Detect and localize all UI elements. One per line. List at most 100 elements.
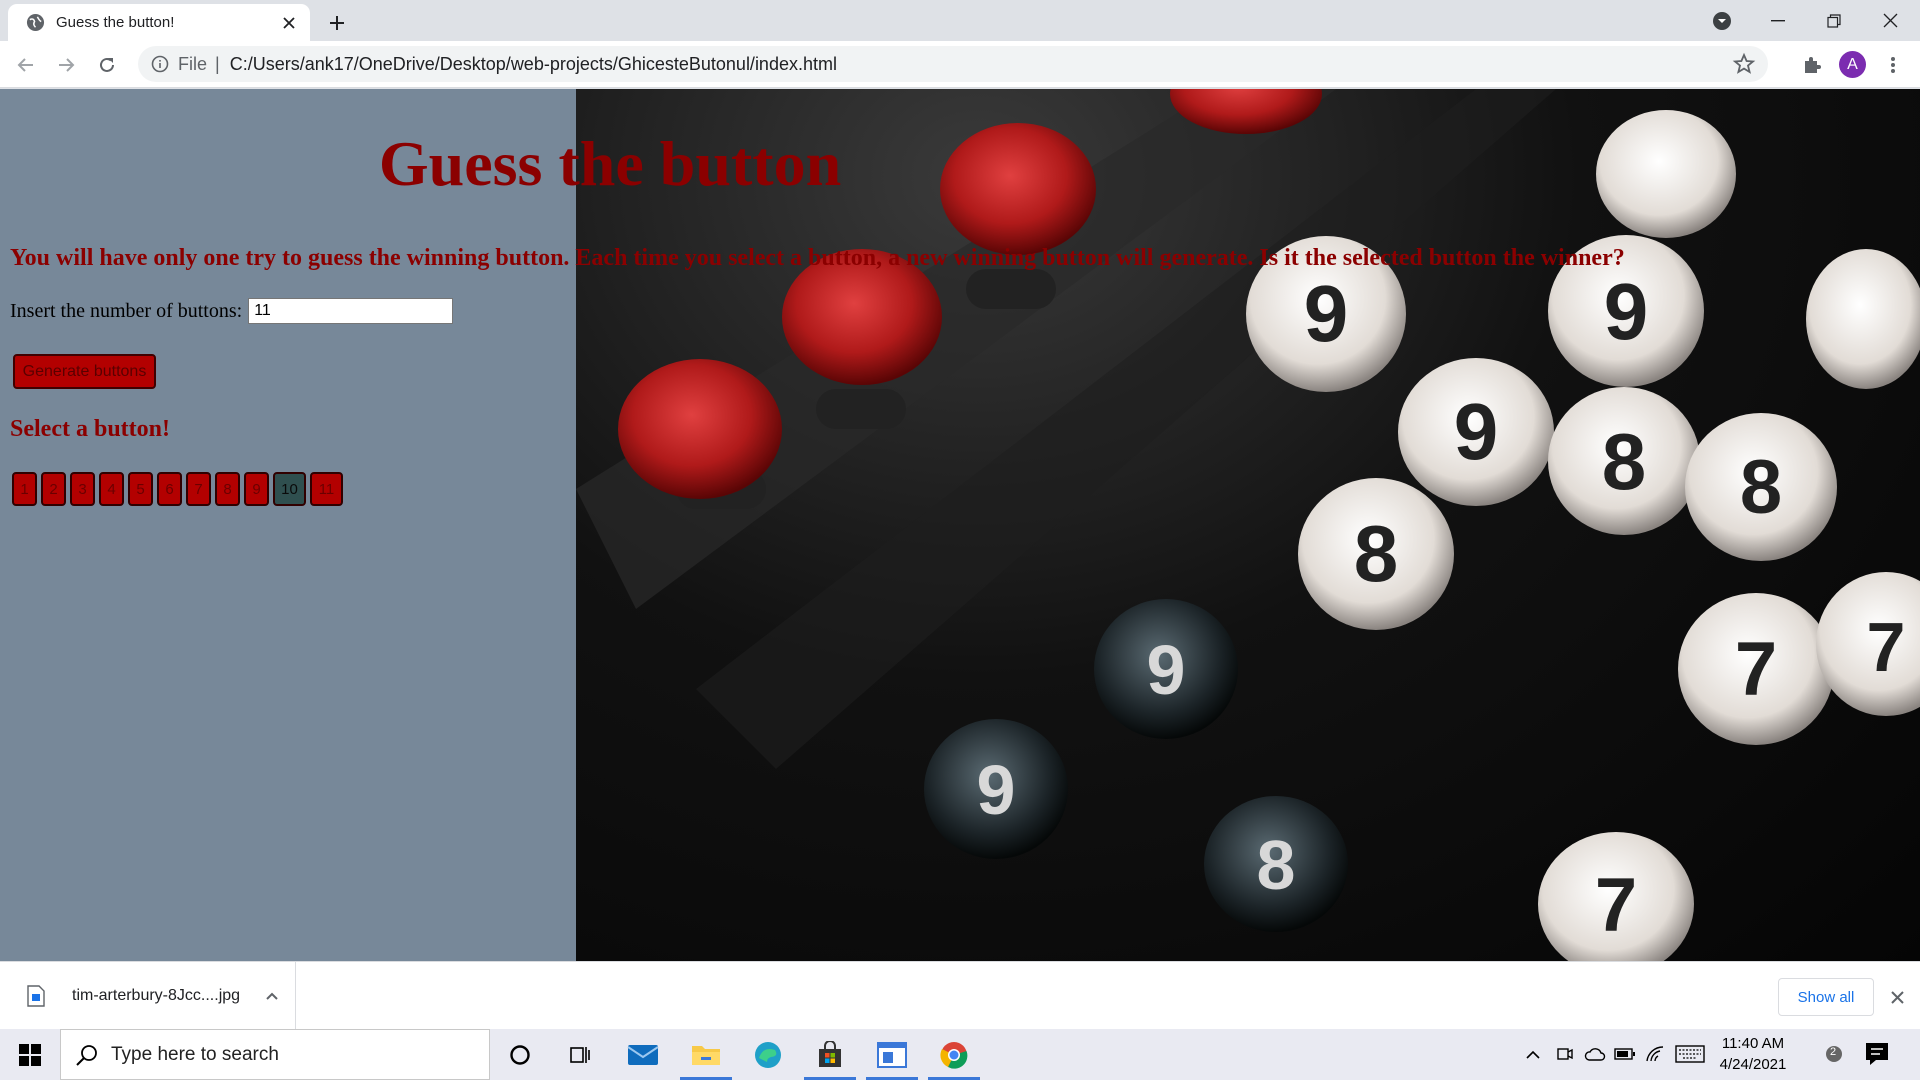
back-button[interactable] xyxy=(10,49,42,81)
edge-browser-button[interactable] xyxy=(738,1029,798,1080)
minimize-button[interactable] xyxy=(1750,0,1806,41)
show-all-downloads-button[interactable]: Show all xyxy=(1778,978,1874,1016)
tab-guess-the-button[interactable]: Guess the button! xyxy=(8,4,310,41)
minimize-icon xyxy=(1771,19,1785,21)
button-count-row: Insert the number of buttons: xyxy=(10,298,454,324)
button-count-input[interactable] xyxy=(248,298,454,324)
meet-now-tray[interactable] xyxy=(1554,1043,1576,1065)
number-button-8[interactable]: 8 xyxy=(215,472,240,506)
tab-strip: Guess the button! xyxy=(0,0,1920,41)
onedrive-tray[interactable] xyxy=(1584,1043,1606,1065)
download-file-name: tim-arterbury-8Jcc....jpg xyxy=(72,987,241,1004)
number-button-9[interactable]: 9 xyxy=(244,472,269,506)
url-separator: | xyxy=(215,53,220,74)
wifi-tray[interactable] xyxy=(1644,1043,1666,1065)
battery-tray[interactable] xyxy=(1614,1043,1636,1065)
system-clock[interactable]: 11:40 AM 4/24/2021 xyxy=(1716,1033,1790,1075)
vs-code-like-app-button[interactable] xyxy=(862,1029,922,1080)
info-icon[interactable] xyxy=(150,54,170,74)
page-title: Guess the button xyxy=(378,128,842,199)
close-tab-icon[interactable] xyxy=(276,10,302,36)
button-count-label: Insert the number of buttons: xyxy=(10,299,243,322)
select-button-heading: Select a button! xyxy=(10,416,170,442)
restore-icon xyxy=(1827,13,1841,28)
edge-icon xyxy=(755,1041,781,1068)
close-icon xyxy=(1890,990,1904,1004)
number-button-4[interactable]: 4 xyxy=(99,472,124,506)
clock-date: 4/24/2021 xyxy=(1719,1056,1787,1073)
task-view-icon xyxy=(570,1046,590,1063)
svg-text:8: 8 xyxy=(1257,826,1296,904)
address-bar[interactable]: File | C:/Users/ank17/OneDrive/Desktop/w… xyxy=(138,46,1768,82)
number-button-10-selected[interactable]: 10 xyxy=(273,472,306,506)
cloud-icon xyxy=(1584,1048,1606,1061)
number-button-5[interactable]: 5 xyxy=(128,472,153,506)
svg-text:9: 9 xyxy=(1604,267,1649,356)
tab-search-button[interactable] xyxy=(1694,0,1750,41)
svg-text:8: 8 xyxy=(1602,417,1647,506)
number-button-6[interactable]: 6 xyxy=(157,472,182,506)
typewriter-keys-illustration: 8 9 9 9 8 8 7 7 7 9 9 8 xyxy=(576,89,1920,961)
chevron-up-icon[interactable] xyxy=(264,988,280,1004)
generate-buttons-button[interactable]: Generate buttons xyxy=(13,354,156,389)
number-button-2[interactable]: 2 xyxy=(41,472,66,506)
svg-text:9: 9 xyxy=(1304,269,1349,358)
mail-icon xyxy=(627,1044,659,1065)
plus-icon xyxy=(330,16,344,30)
close-download-bar-button[interactable] xyxy=(1884,984,1910,1010)
svg-text:9: 9 xyxy=(977,751,1016,829)
microsoft-store-button[interactable] xyxy=(800,1029,860,1080)
page-viewport: 8 9 9 9 8 8 7 7 7 9 9 8 Guess the button… xyxy=(0,89,1920,961)
reload-button[interactable] xyxy=(91,49,123,81)
url-scheme: File xyxy=(178,53,208,74)
chevron-up-icon xyxy=(1526,1050,1540,1059)
chrome-menu-button[interactable] xyxy=(1877,49,1909,81)
url-text[interactable]: C:/Users/ank17/OneDrive/Desktop/web-proj… xyxy=(230,54,837,75)
action-center-icon[interactable] xyxy=(1862,1039,1892,1069)
start-button[interactable] xyxy=(0,1029,60,1080)
number-button-1[interactable]: 1 xyxy=(12,472,37,506)
task-view-button[interactable] xyxy=(550,1029,610,1080)
download-item[interactable]: tim-arterbury-8Jcc....jpg xyxy=(14,962,296,1030)
arrow-right-icon xyxy=(59,58,75,72)
game-instructions: You will have only one try to guess the … xyxy=(10,245,1625,271)
extensions-button[interactable] xyxy=(1796,49,1828,81)
camera-icon xyxy=(1557,1048,1573,1060)
notification-count: 2 xyxy=(1829,1046,1837,1058)
number-buttons-group: 1 2 3 4 5 6 7 8 9 10 11 xyxy=(12,472,343,506)
restore-button[interactable] xyxy=(1806,0,1862,41)
windows-taskbar: Type here to search 11:40 AM 4/24/2021 2 xyxy=(0,1029,1920,1080)
new-tab-button[interactable] xyxy=(322,8,352,38)
battery-icon xyxy=(1614,1048,1635,1060)
browser-toolbar: File | C:/Users/ank17/OneDrive/Desktop/w… xyxy=(0,41,1920,88)
show-hidden-icons-button[interactable] xyxy=(1522,1043,1544,1065)
number-button-7[interactable]: 7 xyxy=(186,472,211,506)
windows-logo-icon xyxy=(19,1043,41,1066)
close-icon xyxy=(1883,13,1897,28)
store-bag-icon xyxy=(819,1040,841,1067)
bookmark-star-icon[interactable] xyxy=(1732,52,1756,76)
mail-app-button[interactable] xyxy=(613,1029,673,1080)
puzzle-icon xyxy=(1805,57,1821,73)
number-button-11[interactable]: 11 xyxy=(310,472,343,506)
svg-text:7: 7 xyxy=(1595,863,1637,948)
file-explorer-button[interactable] xyxy=(676,1029,736,1080)
search-icon xyxy=(76,1044,97,1066)
cortana-button[interactable] xyxy=(490,1029,550,1080)
search-placeholder: Type here to search xyxy=(111,1043,279,1065)
svg-text:7: 7 xyxy=(1735,627,1777,712)
profile-avatar[interactable]: A xyxy=(1839,51,1866,78)
number-button-3[interactable]: 3 xyxy=(70,472,95,506)
globe-icon xyxy=(26,13,45,32)
taskbar-search-box[interactable]: Type here to search xyxy=(60,1029,490,1080)
svg-text:9: 9 xyxy=(1147,631,1186,709)
chrome-taskbar-button[interactable] xyxy=(924,1029,984,1080)
notification-count-badge: 2 xyxy=(1822,1043,1846,1065)
svg-text:8: 8 xyxy=(1354,509,1399,598)
wifi-icon xyxy=(1646,1046,1664,1062)
arrow-left-icon xyxy=(17,58,33,72)
close-window-button[interactable] xyxy=(1862,0,1918,41)
typewriter-keys-background-image: 8 9 9 9 8 8 7 7 7 9 9 8 xyxy=(576,89,1920,961)
touch-keyboard-tray[interactable] xyxy=(1674,1043,1706,1065)
forward-button[interactable] xyxy=(50,49,82,81)
